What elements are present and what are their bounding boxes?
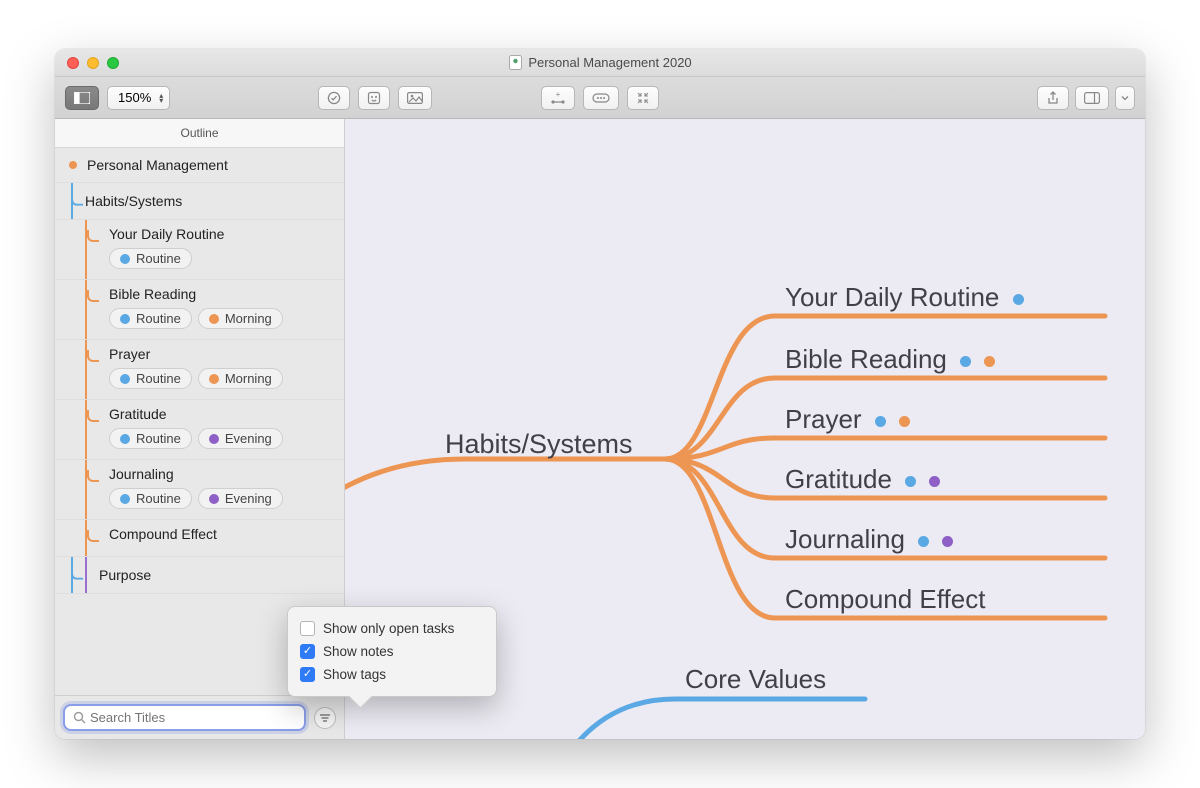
- filter-icon: [319, 713, 331, 723]
- app-body: Outline Personal Management Habits/Syste…: [55, 119, 1145, 739]
- tag-dot-icon: [120, 314, 130, 324]
- share-button[interactable]: [1037, 86, 1069, 110]
- outline-item-purpose[interactable]: Purpose: [55, 557, 344, 594]
- filter-button[interactable]: [314, 707, 336, 729]
- titlebar: Personal Management 2020: [55, 49, 1145, 77]
- more-button[interactable]: [583, 86, 619, 110]
- fullscreen-window-button[interactable]: [107, 57, 119, 69]
- sidebar-toggle-button[interactable]: [65, 86, 99, 110]
- tag-dot-icon: [209, 494, 219, 504]
- outline-item[interactable]: Compound Effect: [55, 520, 344, 557]
- outline-item[interactable]: Bible Reading Routine Morning: [55, 280, 344, 340]
- tag-dot-icon: [209, 374, 219, 384]
- outline-item[interactable]: Your Daily Routine Routine: [55, 220, 344, 280]
- tag-dot-icon: [120, 374, 130, 384]
- document-icon: [508, 56, 522, 70]
- tag-dot-icon: [209, 434, 219, 444]
- node-dot-icon: [69, 161, 77, 169]
- checkbox[interactable]: [300, 621, 315, 636]
- toolbar: 150% ▴▾ +: [55, 77, 1145, 119]
- tag-dot-icon: [929, 476, 940, 487]
- search-icon: [73, 711, 86, 724]
- tag[interactable]: Evening: [198, 428, 283, 449]
- add-node-button[interactable]: +: [541, 86, 575, 110]
- toolbar-group-insert: [318, 86, 432, 110]
- tag[interactable]: Evening: [198, 488, 283, 509]
- toolbar-group-right: [1037, 86, 1135, 110]
- minimize-window-button[interactable]: [87, 57, 99, 69]
- popover-option-open-tasks[interactable]: Show only open tasks: [300, 617, 484, 640]
- tag[interactable]: Routine: [109, 308, 192, 329]
- toolbar-group-layout: +: [541, 86, 659, 110]
- window-title: Personal Management 2020: [55, 55, 1145, 70]
- search-input-wrapper[interactable]: [63, 704, 306, 731]
- stepper-icon: ▴▾: [159, 93, 163, 103]
- tag-dot-icon: [960, 356, 971, 367]
- search-input[interactable]: [90, 710, 296, 725]
- mindmap-node[interactable]: Your Daily Routine: [785, 282, 1024, 313]
- mindmap-node[interactable]: Journaling: [785, 524, 953, 555]
- tag[interactable]: Routine: [109, 488, 192, 509]
- tag[interactable]: Morning: [198, 368, 283, 389]
- sidebar-search-footer: [55, 695, 344, 739]
- outline-item[interactable]: Journaling Routine Evening: [55, 460, 344, 520]
- mindmap-node-core-values[interactable]: Core Values: [685, 664, 826, 695]
- outline-item[interactable]: Prayer Routine Morning: [55, 340, 344, 400]
- filter-popover: Show only open tasks Show notes Show tag…: [287, 606, 497, 697]
- tag[interactable]: Routine: [109, 428, 192, 449]
- inspector-menu-button[interactable]: [1115, 86, 1135, 110]
- tag-dot-icon: [918, 536, 929, 547]
- tag-dot-icon: [120, 494, 130, 504]
- outline-item-habits[interactable]: Habits/Systems: [55, 183, 344, 220]
- tag[interactable]: Morning: [198, 308, 283, 329]
- checkbox[interactable]: [300, 644, 315, 659]
- sticker-button[interactable]: [358, 86, 390, 110]
- tag-dot-icon: [942, 536, 953, 547]
- mindmap-node[interactable]: Bible Reading: [785, 344, 995, 375]
- traffic-lights: [55, 57, 119, 69]
- app-window: Personal Management 2020 150% ▴▾ +: [55, 49, 1145, 739]
- image-button[interactable]: [398, 86, 432, 110]
- tag-dot-icon: [875, 416, 886, 427]
- tag[interactable]: Routine: [109, 248, 192, 269]
- tag-dot-icon: [905, 476, 916, 487]
- popover-option-show-notes[interactable]: Show notes: [300, 640, 484, 663]
- outline-item[interactable]: Gratitude Routine Evening: [55, 400, 344, 460]
- tag-dot-icon: [984, 356, 995, 367]
- checkbox[interactable]: [300, 667, 315, 682]
- zoom-value: 150%: [118, 90, 151, 105]
- tag-dot-icon: [1013, 294, 1024, 305]
- mindmap-node-center[interactable]: Habits/Systems: [445, 429, 633, 460]
- mindmap-node[interactable]: Gratitude: [785, 464, 940, 495]
- tag-dot-icon: [209, 314, 219, 324]
- inspector-toggle-button[interactable]: [1075, 86, 1109, 110]
- svg-text:+: +: [556, 91, 561, 99]
- tag-dot-icon: [120, 434, 130, 444]
- collapse-button[interactable]: [627, 86, 659, 110]
- mindmap-node[interactable]: Prayer: [785, 404, 910, 435]
- outline-root[interactable]: Personal Management: [55, 148, 344, 183]
- tag-dot-icon: [899, 416, 910, 427]
- tag-dot-icon: [120, 254, 130, 264]
- popover-option-show-tags[interactable]: Show tags: [300, 663, 484, 686]
- close-window-button[interactable]: [67, 57, 79, 69]
- sidebar-tab-outline[interactable]: Outline: [55, 119, 344, 148]
- zoom-select[interactable]: 150% ▴▾: [107, 86, 170, 110]
- tag[interactable]: Routine: [109, 368, 192, 389]
- task-button[interactable]: [318, 86, 350, 110]
- mindmap-node[interactable]: Compound Effect: [785, 584, 985, 615]
